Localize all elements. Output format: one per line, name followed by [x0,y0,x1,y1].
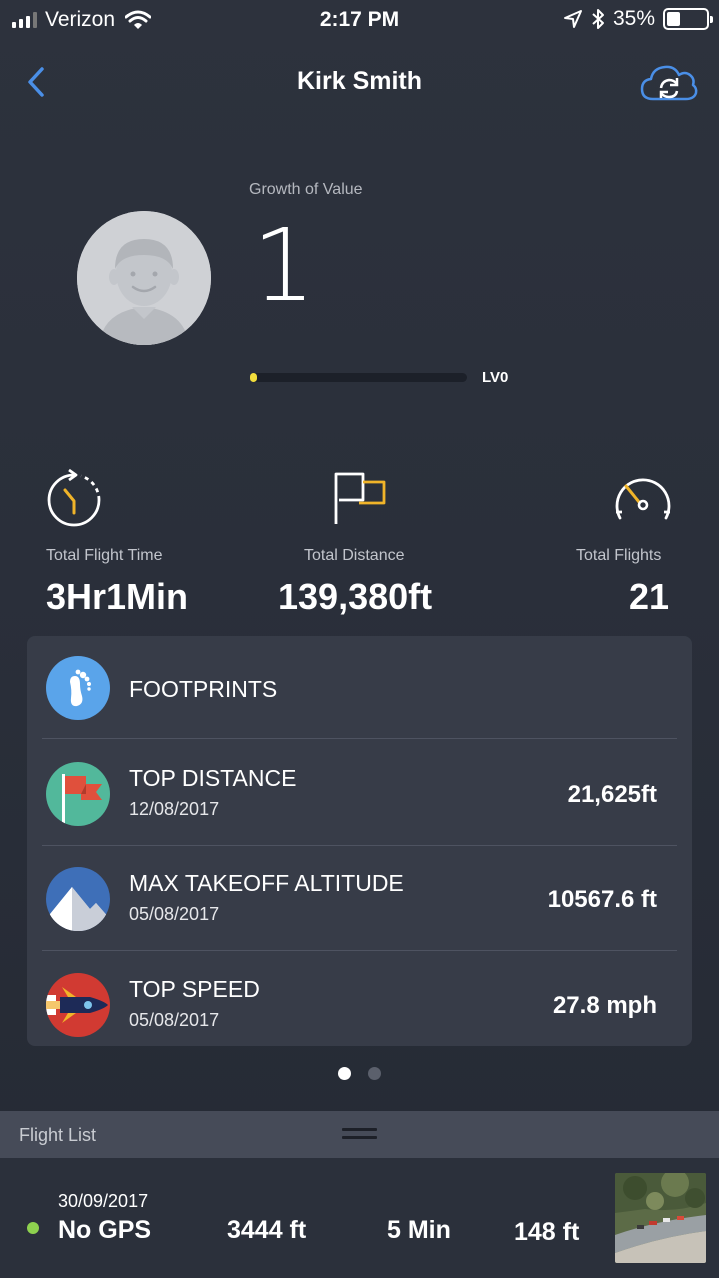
level-label: LV0 [482,369,509,386]
growth-label: Growth of Value [249,181,363,198]
nav-bar: Kirk Smith [0,55,719,107]
stat-value-flights: 21 [629,576,670,617]
flight-distance: 3444 ft [227,1216,307,1244]
record-value: 27.8 mph [552,992,657,1019]
record-value: 10567.6 ft [547,886,657,913]
bluetooth-icon [592,9,604,29]
record-date: 12/08/2017 [129,799,220,819]
status-dot [27,1222,39,1234]
records-card: FOOTPRINTS TOP DISTANCE 12/08/2017 21,62… [27,636,692,1046]
record-date: 05/08/2017 [129,904,220,924]
record-title: TOP SPEED [129,976,260,1002]
stat-label-flight-time: Total Flight Time [46,547,163,564]
record-title: TOP DISTANCE [129,765,297,791]
record-row-max-altitude[interactable]: MAX TAKEOFF ALTITUDE 05/08/2017 10567.6 … [42,867,677,933]
flag-record-icon [46,762,110,826]
battery-icon [663,8,713,30]
stat-label-flights: Total Flights [576,547,662,564]
flight-list-row[interactable]: 30/09/2017 No GPS 3444 ft 5 Min 148 ft [0,1158,719,1278]
record-row-top-distance[interactable]: TOP DISTANCE 12/08/2017 21,625ft [42,762,677,828]
rocket-icon [46,973,110,1037]
footprints-row[interactable]: FOOTPRINTS [42,656,677,722]
page-dot-2[interactable] [368,1067,381,1080]
flag-icon [334,472,386,524]
page-indicator[interactable] [338,1067,381,1080]
flight-altitude: 148 ft [514,1218,580,1246]
cloud-sync-icon[interactable] [639,61,699,105]
flight-thumbnail[interactable] [615,1173,706,1263]
user-placeholder-icon [77,211,211,345]
speedometer-icon [615,478,671,520]
flight-list-label: Flight List [19,1125,97,1145]
avatar[interactable] [77,211,211,345]
mountain-icon [46,867,110,931]
status-bar: Verizon 2:17 PM 35% [0,0,719,40]
status-right: 35% [563,7,713,31]
page-title: Kirk Smith [296,67,423,95]
flight-date: 30/09/2017 [58,1191,149,1211]
divider [42,845,677,846]
record-date: 05/08/2017 [129,1010,220,1030]
divider [42,950,677,951]
stat-label-distance: Total Distance [304,547,405,564]
stat-value-flight-time: 3Hr1Min [46,576,189,617]
stat-value-distance: 139,380ft [278,576,433,617]
drag-handle-icon[interactable] [342,1128,377,1140]
record-title: MAX TAKEOFF ALTITUDE [129,870,404,896]
location-arrow-icon [563,10,582,28]
battery-percent: 35% [612,7,655,30]
footprints-label: FOOTPRINTS [129,676,278,702]
flight-list-header[interactable]: Flight List [0,1111,719,1158]
flight-gps-status: No GPS [58,1216,152,1244]
stopwatch-icon [47,468,101,527]
level-progress-fill [250,373,257,382]
level-progress-bar [250,373,467,382]
footprint-icon [46,656,110,720]
page-dot-1[interactable] [338,1067,351,1080]
record-row-top-speed[interactable]: TOP SPEED 05/08/2017 27.8 mph [42,973,677,1039]
growth-value: 1 [252,207,316,324]
divider [42,738,677,739]
record-value: 21,625ft [567,781,657,808]
flight-duration: 5 Min [387,1216,451,1244]
